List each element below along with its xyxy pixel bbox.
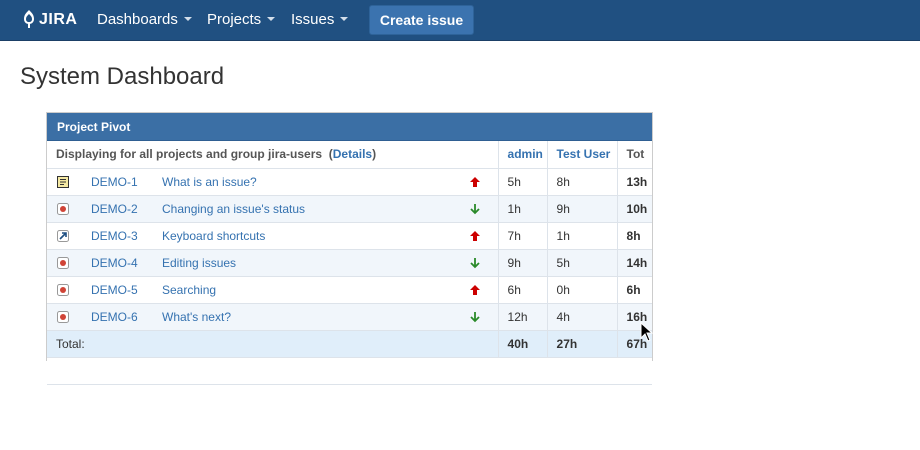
issue-type-cell — [47, 249, 82, 277]
issue-type-cell — [47, 168, 82, 196]
gadget-title: Project Pivot — [47, 113, 652, 141]
issue-summary-link[interactable]: What's next? — [162, 310, 231, 324]
admin-hours-cell: 5h — [497, 168, 548, 196]
minor-down-arrow-icon — [470, 257, 480, 268]
priority-cell — [460, 195, 499, 223]
nav-dashboards-label: Dashboards — [97, 11, 178, 28]
table-row: DEMO-2 Changing an issue's status 1h 9h … — [47, 195, 653, 223]
issue-summary-link[interactable]: Changing an issue's status — [162, 202, 305, 216]
pivot-table: Displaying for all projects and group ji… — [47, 141, 653, 385]
create-issue-button[interactable]: Create issue — [369, 5, 474, 35]
priority-cell — [460, 276, 499, 304]
issue-key-link[interactable]: DEMO-3 — [91, 229, 138, 243]
priority-cell — [460, 222, 499, 250]
priority-cell — [460, 303, 499, 331]
bug-icon — [57, 310, 69, 323]
issue-key-link[interactable]: DEMO-4 — [91, 256, 138, 270]
issue-key-link[interactable]: DEMO-6 — [91, 310, 138, 324]
total-hours-cell: 13h — [616, 168, 653, 196]
description-text: Displaying for all projects and group ji… — [56, 147, 323, 162]
jira-logo[interactable]: JIRA — [21, 9, 81, 31]
total-hours-cell: 10h — [616, 195, 653, 223]
top-navigation-bar: JIRA Dashboards Projects Issues Create i… — [0, 0, 920, 41]
jira-logo-icon — [24, 10, 34, 28]
admin-hours-cell: 1h — [497, 195, 548, 223]
nav-projects-label: Projects — [207, 11, 262, 28]
task-icon — [57, 175, 69, 188]
test-user-hours-cell: 1h — [546, 222, 618, 250]
admin-total-cell: 40h — [497, 330, 548, 358]
issue-summary-link[interactable]: Editing issues — [162, 256, 236, 270]
issue-summary-link[interactable]: Searching — [162, 283, 216, 297]
table-row: DEMO-3 Keyboard shortcuts 7h 1h 8h — [47, 222, 653, 250]
total-hours-cell: 8h — [616, 222, 653, 250]
table-row: DEMO-5 Searching 6h 0h 6h — [47, 276, 653, 304]
project-pivot-gadget: Project Pivot Displaying for all project… — [46, 112, 653, 385]
test-user-hours-cell: 5h — [546, 249, 618, 277]
total-hours-cell: 6h — [616, 276, 653, 304]
priority-cell — [460, 249, 499, 277]
issue-type-cell — [47, 276, 82, 304]
total-row: Total: 40h 27h 67h — [47, 330, 653, 358]
priority-cell — [460, 168, 499, 196]
major-up-arrow-icon — [470, 230, 480, 241]
minor-down-arrow-icon — [470, 311, 480, 322]
chevron-down-icon — [183, 17, 192, 21]
total-hours-cell: 14h — [616, 249, 653, 277]
issue-key-link[interactable]: DEMO-1 — [91, 175, 138, 189]
logo-text: JIRA — [39, 11, 78, 28]
issue-key-link[interactable]: DEMO-2 — [91, 202, 138, 216]
admin-hours-cell: 6h — [497, 276, 548, 304]
column-header-admin[interactable]: admin — [497, 141, 548, 169]
issue-type-cell — [47, 303, 82, 331]
page-title: System Dashboard — [20, 63, 225, 90]
nav-issues-label: Issues — [291, 11, 335, 28]
chevron-down-icon — [267, 17, 276, 21]
total-label: Total: — [47, 330, 499, 358]
chevron-down-icon — [340, 17, 349, 21]
major-up-arrow-icon — [470, 176, 480, 187]
mouse-pointer-icon — [640, 322, 654, 342]
issue-summary-link[interactable]: What is an issue? — [162, 175, 257, 189]
nav-dashboards-menu[interactable]: Dashboards — [97, 11, 192, 28]
issue-key-link[interactable]: DEMO-5 — [91, 283, 138, 297]
bug-icon — [57, 256, 69, 269]
test-user-total-cell: 27h — [546, 330, 618, 358]
admin-hours-cell: 12h — [497, 303, 548, 331]
minor-down-arrow-icon — [470, 203, 480, 214]
issue-type-cell — [47, 195, 82, 223]
issue-summary-link[interactable]: Keyboard shortcuts — [162, 229, 265, 243]
test-user-hours-cell: 9h — [546, 195, 618, 223]
column-header-test-user[interactable]: Test User — [546, 141, 618, 169]
major-up-arrow-icon — [470, 284, 480, 295]
issue-type-cell — [47, 222, 82, 250]
bug-icon — [57, 202, 69, 215]
details-link[interactable]: Details — [333, 147, 372, 161]
table-row: DEMO-4 Editing issues 9h 5h 14h — [47, 249, 653, 277]
test-user-hours-cell: 8h — [546, 168, 618, 196]
test-user-hours-cell: 4h — [546, 303, 618, 331]
table-row: DEMO-6 What's next? 12h 4h 16h — [47, 303, 653, 331]
table-row: DEMO-1 What is an issue? 5h 8h 13h — [47, 168, 653, 196]
column-header-total: Tot — [616, 141, 653, 169]
test-user-hours-cell: 0h — [546, 276, 618, 304]
improvement-icon — [57, 229, 69, 242]
nav-projects-menu[interactable]: Projects — [207, 11, 276, 28]
bug-icon — [57, 283, 69, 296]
admin-hours-cell: 7h — [497, 222, 548, 250]
admin-hours-cell: 9h — [497, 249, 548, 277]
pivot-description: Displaying for all projects and group ji… — [47, 141, 499, 169]
nav-issues-menu[interactable]: Issues — [291, 11, 349, 28]
table-header-row: Displaying for all projects and group ji… — [47, 141, 653, 169]
